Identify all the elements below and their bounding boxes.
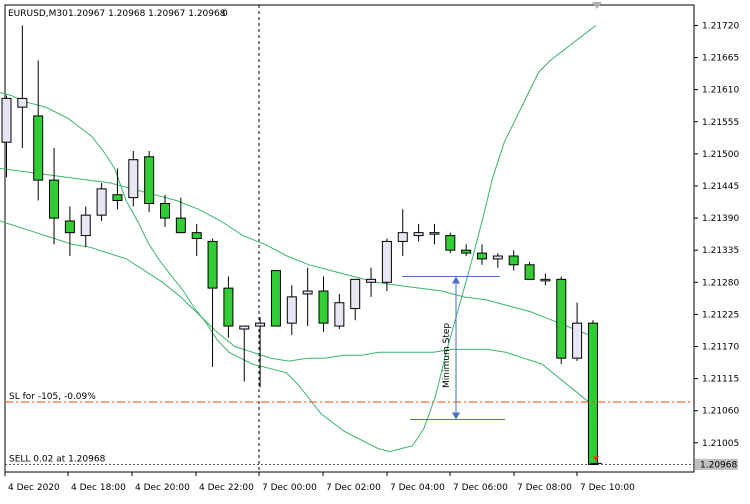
candle-bull [286, 296, 297, 324]
header-extra: 0 [222, 9, 228, 19]
candle-bear [33, 115, 44, 181]
y-tick-label: 1.21280 [702, 278, 739, 288]
candle-bull [429, 232, 440, 235]
header-symbol: EURUSD,M30 [8, 9, 68, 19]
candle-bear [524, 264, 535, 280]
candle-bear [461, 249, 472, 254]
sell-order-label: SELL 0.02 at 1.20968 [9, 454, 106, 464]
x-tick-label: 4 Dec 2020 [8, 483, 60, 493]
candle-bear [270, 270, 281, 327]
candle-bull [350, 278, 361, 310]
x-tick-label: 7 Dec 04:00 [390, 483, 445, 493]
candle-bear [64, 220, 75, 234]
candle-bull [96, 188, 107, 216]
candle-bull [239, 325, 250, 330]
y-tick-label: 1.21665 [702, 54, 739, 64]
x-tick-label: 4 Dec 20:00 [135, 483, 190, 493]
candle-bull [17, 97, 28, 108]
candle-bull [540, 278, 551, 282]
y-tick-label: 1.21445 [702, 182, 739, 192]
y-tick-label: 1.21720 [702, 21, 739, 31]
candle-bear [223, 287, 234, 327]
header-ohlc: 1.20967 1.20968 1.20967 1.20968 [68, 9, 226, 19]
candle-bull [366, 278, 377, 283]
candle-bull [334, 302, 345, 327]
price-chart: EURUSD,M30 1.20967 1.20968 1.20967 1.209… [0, 2, 739, 493]
candle-bear [508, 255, 519, 266]
y-tick-label: 1.21390 [702, 214, 739, 224]
candle-bull [302, 290, 313, 295]
x-tick-label: 7 Dec 08:00 [517, 483, 572, 493]
y-tick-label: 1.21115 [702, 375, 739, 385]
y-tick-label: 1.21610 [702, 86, 739, 96]
candle-bear [318, 290, 329, 324]
candle-bear [191, 232, 202, 240]
candle-bull [80, 214, 91, 237]
y-tick-label: 1.21555 [702, 118, 739, 128]
candle-bear [587, 322, 598, 465]
chart-window: EURUSD,M30 1.20967 1.20968 1.20967 1.209… [0, 0, 750, 500]
stop-loss-label: SL for -105, -0.09% [9, 392, 96, 402]
x-tick-label: 7 Dec 02:00 [326, 483, 381, 493]
candle-bull [381, 240, 392, 283]
y-tick-label: 1.21335 [702, 246, 739, 256]
candle-bull [572, 322, 583, 359]
minimum-step-label: Minimum Step [442, 323, 452, 388]
y-tick-label: 1.21500 [702, 150, 739, 160]
current-price-label: 1.20968 [700, 460, 737, 470]
x-tick-label: 4 Dec 18:00 [71, 483, 126, 493]
candle-bull [1, 97, 12, 143]
candle-bear [556, 278, 567, 359]
candle-bear [477, 252, 487, 260]
candle-bear [49, 179, 60, 219]
candle-bull [413, 232, 424, 237]
y-tick-label: 1.21225 [702, 310, 739, 320]
candle-bear [112, 194, 123, 202]
candle-bear [160, 202, 170, 219]
x-tick-label: 7 Dec 10:00 [580, 483, 635, 493]
candle-bear [144, 156, 155, 204]
x-axis: 4 Dec 2020 4 Dec 18:00 4 Dec 20:00 4 Dec 22… [4, 472, 635, 493]
x-tick-label: 7 Dec 00:00 [262, 483, 317, 493]
candle-bull [397, 232, 408, 242]
candle-bear [175, 217, 186, 234]
x-tick-label: 4 Dec 22:00 [199, 483, 254, 493]
x-tick-label: 7 Dec 06:00 [453, 483, 508, 493]
candle-bull [255, 322, 266, 327]
y-tick-label: 1.21170 [702, 342, 739, 352]
candle-bull [492, 255, 503, 260]
candle-bull [128, 159, 139, 199]
y-axis: 1.21720 1.21665 1.21610 1.21555 1.21500 1.214… [694, 21, 739, 449]
candle-bear [445, 235, 456, 251]
candle-bear [207, 240, 218, 289]
y-tick-label: 1.21060 [702, 407, 739, 417]
y-tick-label: 1.21005 [702, 439, 739, 449]
